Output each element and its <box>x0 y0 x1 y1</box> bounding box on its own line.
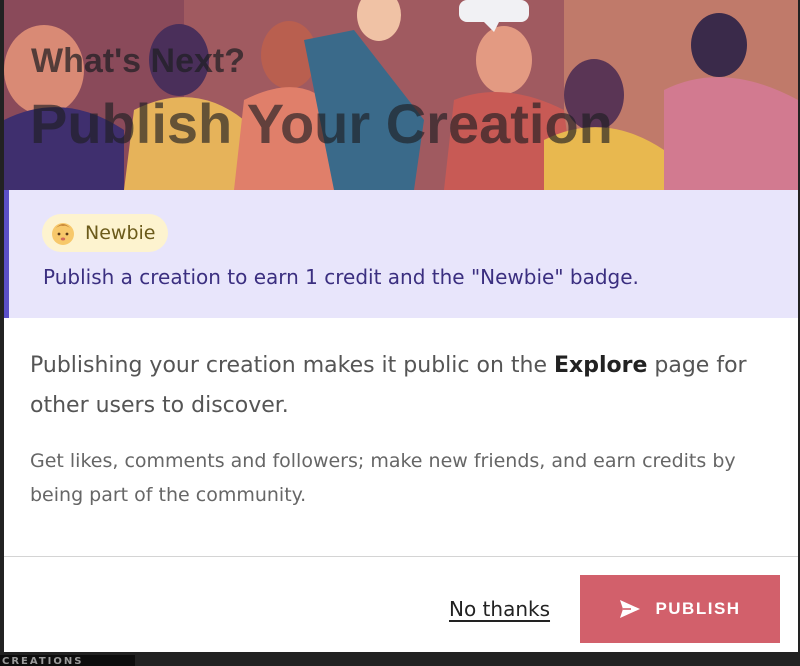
publish-label: PUBLISH <box>655 599 741 618</box>
hero-banner: What's Next? Publish Your Creation <box>4 0 798 190</box>
publish-button[interactable]: PUBLISH <box>580 575 780 643</box>
explore-page-name: Explore <box>553 353 648 378</box>
background-section-label: CREATIONS <box>0 655 135 666</box>
community-benefits: Get likes, comments and followers; make … <box>30 450 736 506</box>
dialog-body: Publishing your creation makes it public… <box>4 318 798 556</box>
badge-label: Newbie <box>85 222 156 244</box>
reward-banner: Newbie Publish a creation to earn 1 cred… <box>4 190 798 318</box>
publish-dialog: What's Next? Publish Your Creation Newbi… <box>4 0 798 652</box>
newbie-badge: Newbie <box>42 214 169 252</box>
dialog-footer: No thanks PUBLISH <box>4 557 798 652</box>
hero-overline: What's Next? <box>31 42 245 80</box>
hero-title: Publish Your Creation <box>30 92 613 155</box>
send-icon <box>620 600 641 618</box>
publish-explanation: Publishing your creation makes it public… <box>30 353 747 418</box>
no-thanks-link[interactable]: No thanks <box>449 597 550 621</box>
reward-description: Publish a creation to earn 1 credit and … <box>43 265 639 289</box>
baby-face-icon <box>52 223 74 245</box>
